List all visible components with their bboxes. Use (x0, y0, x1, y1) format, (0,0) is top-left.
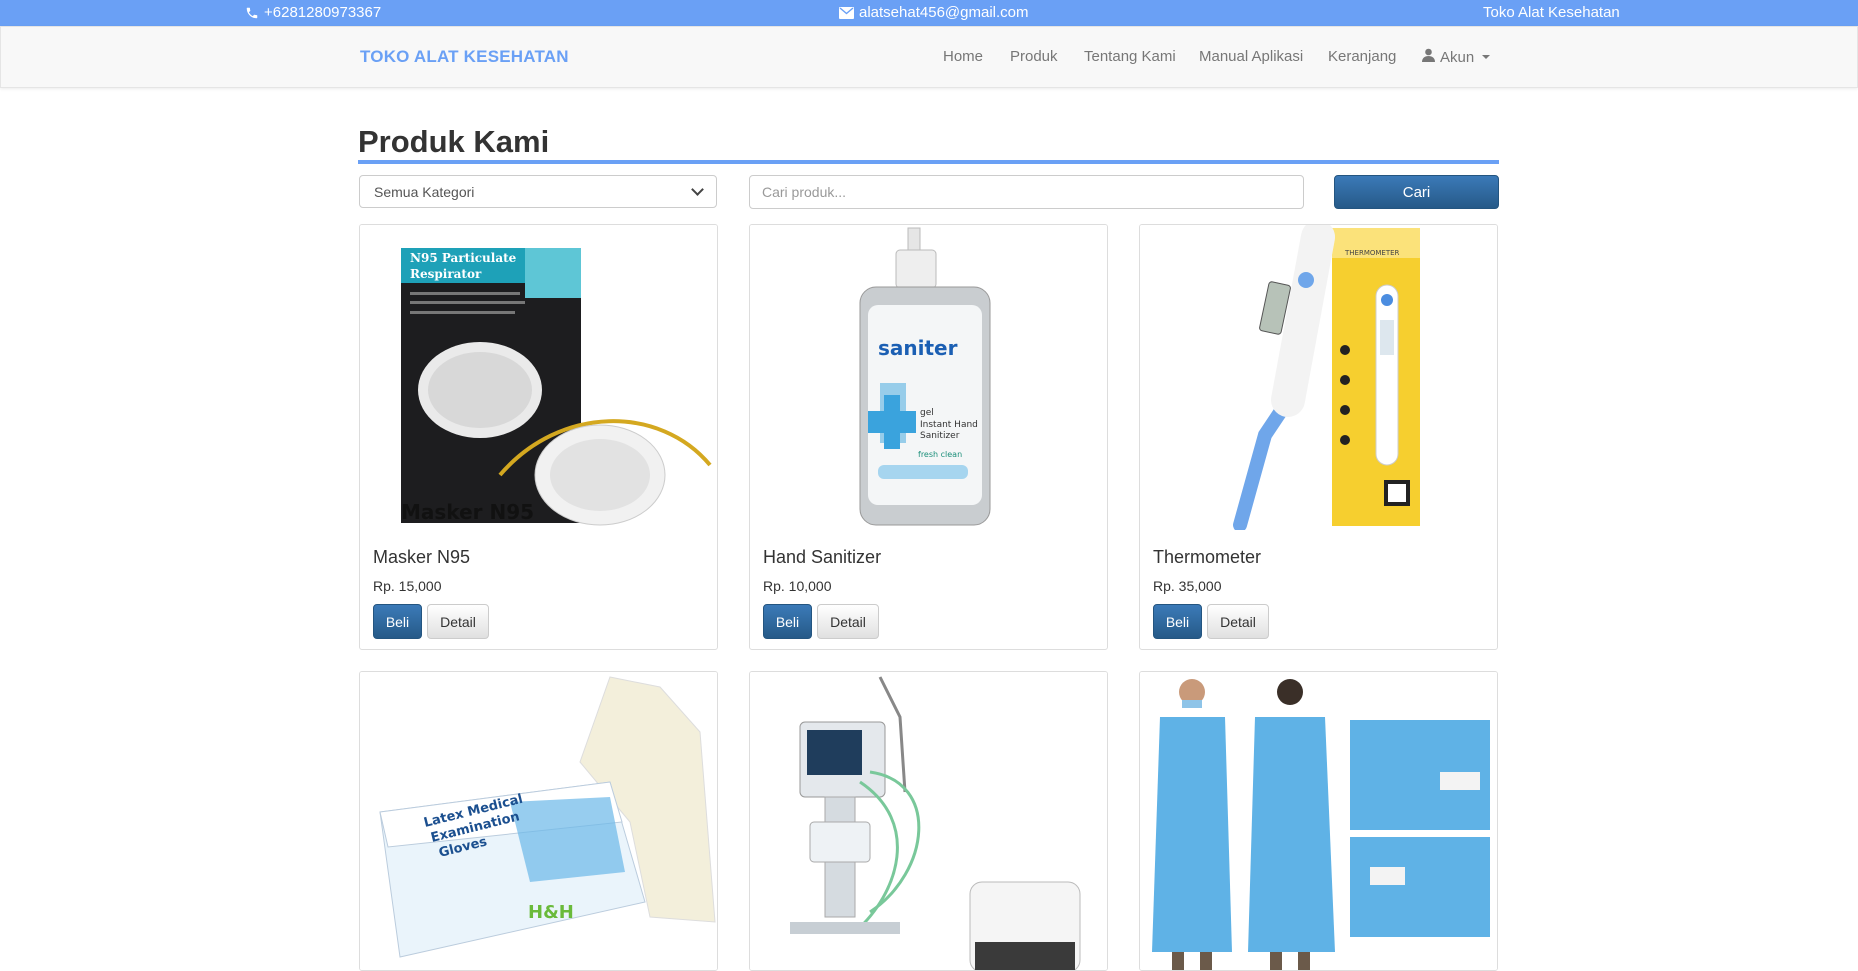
buy-button[interactable]: Beli (373, 604, 422, 639)
phone-info: +6281280973367 (245, 4, 381, 21)
brand-logo[interactable]: TOKO ALAT KESEHATAN (360, 47, 569, 67)
product-card: THERMOMETER Thermometer Rp. 35,000 Beli … (1139, 224, 1498, 650)
phone-number: +6281280973367 (264, 4, 382, 21)
category-select-value: Semua Kategori (374, 183, 475, 200)
store-name-text: Toko Alat Kesehatan (1483, 4, 1620, 21)
svg-text:Sanitizer: Sanitizer (920, 431, 960, 441)
svg-text:gel: gel (920, 408, 934, 418)
store-name: Toko Alat Kesehatan (1483, 4, 1620, 21)
svg-text:N95 Particulate: N95 Particulate (410, 251, 517, 265)
product-image-mask: N95 Particulate Respirator Masker N95 (360, 225, 717, 530)
product-card (1139, 671, 1498, 971)
category-select[interactable]: Semua Kategori (359, 175, 717, 208)
user-icon (1422, 48, 1435, 66)
product-image-gown (1140, 672, 1497, 970)
svg-text:Instant Hand: Instant Hand (920, 420, 978, 430)
product-image-sanitizer: saniter gel Instant Hand Sanitizer fresh… (750, 225, 1107, 530)
svg-text:Respirator: Respirator (410, 267, 482, 281)
envelope-icon (839, 6, 854, 19)
product-image-gloves: Latex Medical Examination Gloves H&H (360, 672, 717, 970)
product-price: Rp. 15,000 (373, 578, 442, 594)
svg-text:fresh clean: fresh clean (918, 450, 962, 459)
product-card: N95 Particulate Respirator Masker N95 Ma… (359, 224, 718, 650)
buy-button[interactable]: Beli (763, 604, 812, 639)
nav-manual-aplikasi[interactable]: Manual Aplikasi (1199, 48, 1303, 65)
chevron-down-icon (691, 183, 704, 196)
detail-button[interactable]: Detail (427, 604, 489, 639)
product-name: Thermometer (1153, 547, 1262, 567)
svg-text:H&H: H&H (528, 902, 574, 923)
akun-label: Akun (1440, 48, 1475, 66)
product-card (749, 671, 1108, 971)
nav-tentang-kami[interactable]: Tentang Kami (1084, 48, 1176, 65)
product-card: saniter gel Instant Hand Sanitizer fresh… (749, 224, 1108, 650)
svg-text:saniter: saniter (878, 336, 958, 360)
nav-home[interactable]: Home (943, 48, 983, 65)
nav-keranjang[interactable]: Keranjang (1328, 48, 1396, 65)
search-button[interactable]: Cari (1334, 175, 1499, 209)
svg-text:THERMOMETER: THERMOMETER (1344, 249, 1400, 257)
product-image-ventilator (750, 672, 1107, 970)
product-name: Masker N95 (373, 547, 471, 567)
product-name: Hand Sanitizer (763, 547, 882, 567)
title-underline (358, 160, 1499, 164)
email-info: alatsehat456@gmail.com (839, 4, 1028, 21)
product-image-thermometer: THERMOMETER (1140, 225, 1497, 530)
email-address: alatsehat456@gmail.com (859, 4, 1029, 21)
search-input[interactable] (749, 175, 1304, 209)
svg-text:Masker N95: Masker N95 (401, 500, 534, 524)
phone-icon (245, 6, 259, 20)
nav-akun-dropdown[interactable]: Akun (1422, 48, 1491, 66)
nav-produk[interactable]: Produk (1010, 48, 1058, 65)
main-navbar: TOKO ALAT KESEHATAN Home Produk Tentang … (0, 26, 1858, 88)
product-price: Rp. 10,000 (763, 578, 832, 594)
buy-button[interactable]: Beli (1153, 604, 1202, 639)
product-card: Latex Medical Examination Gloves H&H (359, 671, 718, 971)
contact-bar: +6281280973367 alatsehat456@gmail.com To… (0, 0, 1858, 26)
detail-button[interactable]: Detail (817, 604, 879, 639)
detail-button[interactable]: Detail (1207, 604, 1269, 639)
page-title: Produk Kami (358, 124, 550, 159)
caret-down-icon (1482, 55, 1491, 59)
product-price: Rp. 35,000 (1153, 578, 1222, 594)
